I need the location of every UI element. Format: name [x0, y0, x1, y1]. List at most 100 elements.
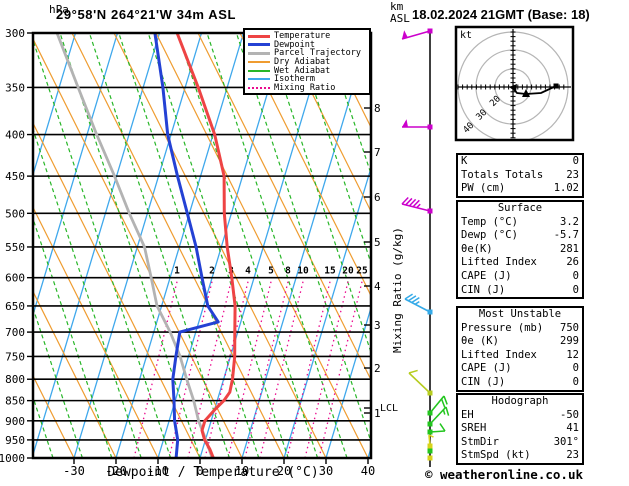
- stats-box: Surface Temp (°C) 3.2 Dewp (°C) -5.7 θe(K) 281…: [456, 200, 584, 300]
- pressure-tick-label: 850: [5, 395, 25, 408]
- stats-box-header: Most Unstable: [478, 308, 562, 320]
- copyright-label: © weatheronline.co.uk: [424, 467, 583, 482]
- hodograph-marker-square: [553, 83, 559, 89]
- pressure-tick-label: 900: [5, 415, 25, 428]
- km-tick-label: 2: [374, 362, 381, 375]
- stats-key: SREH: [461, 422, 487, 435]
- stats-key: CIN (J): [461, 375, 506, 388]
- wet-adiabat-line: [177, 33, 319, 458]
- stats-key: Pressure (mb): [461, 321, 544, 334]
- pressure-tick-label: 500: [5, 207, 25, 220]
- mixing-ratio-value: 8: [285, 266, 291, 277]
- datetime-label: 18.02.2024 21GMT (Base: 18): [412, 7, 590, 22]
- legend-swatch: [248, 86, 270, 89]
- pressure-tick-label: 400: [5, 129, 25, 142]
- pressure-tick-label: 350: [5, 81, 25, 94]
- mixing-ratio-value: 15: [324, 266, 336, 277]
- stats-value: 0: [572, 375, 579, 388]
- x-axis-title: Dewpoint / Temperature (°C): [107, 465, 319, 480]
- stats-row: θe(K) 281: [458, 243, 582, 257]
- km-tick-label: 6: [374, 191, 381, 204]
- mixing-ratio-value: 2: [209, 266, 215, 277]
- stats-key: Lifted Index: [461, 256, 537, 269]
- wet-adiabat-line: [118, 33, 260, 458]
- km-tick-label: 7: [374, 146, 381, 159]
- isotherm-line: [73, 33, 203, 458]
- stats-row: StmDir 301°: [458, 436, 582, 450]
- stats-value: 281: [560, 242, 579, 255]
- stats-key: CIN (J): [461, 283, 506, 296]
- isotherm-line: [199, 33, 329, 458]
- stats-value: 0: [572, 283, 579, 296]
- stats-key: Totals Totals: [461, 168, 544, 181]
- wind-barb-half: [414, 300, 420, 305]
- wind-barb-pennant: [402, 119, 408, 127]
- pressure-tick-label: 950: [5, 434, 25, 447]
- pressure-tick-label: 450: [5, 170, 25, 183]
- stats-key: PW (cm): [461, 182, 506, 195]
- stats-value: 0: [572, 155, 579, 167]
- stats-row: CAPE (J) 0: [458, 362, 582, 376]
- stats-key: CAPE (J): [461, 269, 512, 282]
- stats-value: 23: [566, 449, 579, 462]
- stats-value: 0: [572, 362, 579, 375]
- wind-barb-half: [416, 203, 421, 209]
- stats-row: Pressure (mb) 750: [458, 322, 582, 336]
- dry-adiabat-line: [71, 33, 285, 458]
- wet-adiabat-line: [294, 33, 371, 266]
- isotherm-line: [115, 33, 245, 458]
- wind-barb-dot: [427, 455, 433, 461]
- stats-value: 0: [572, 269, 579, 282]
- wind-barb: [402, 119, 433, 130]
- wind-barb: [427, 455, 433, 461]
- stats-key: θe (K): [461, 335, 499, 348]
- stats-row: Lifted Index 12: [458, 349, 582, 363]
- wind-barb-full: [443, 395, 448, 405]
- stats-row: Dewp (°C) -5.7: [458, 229, 582, 243]
- stats-row: θe (K) 299: [458, 335, 582, 349]
- wind-barb-stem: [408, 372, 431, 394]
- stats-row: Lifted Index 26: [458, 256, 582, 270]
- wind-barb: [408, 369, 433, 396]
- stats-key: K: [461, 155, 468, 167]
- asl-label: ASL: [390, 12, 410, 25]
- mixing-ratio-value: 5: [268, 266, 274, 277]
- pressure-tick-label: 550: [5, 241, 25, 254]
- hodograph-ring-label: 40: [462, 121, 477, 136]
- stats-key: CAPE (J): [461, 362, 512, 375]
- isotherm-line: [157, 33, 287, 458]
- stats-key: StmSpd (kt): [461, 449, 531, 462]
- skewt-app: 1 2 3 4 5 8 10 15 20 25 300 350 400 450 500 550 600 650 70…: [0, 0, 629, 486]
- stats-row: StmSpd (kt) 23: [458, 449, 582, 463]
- wind-barb: [427, 448, 433, 454]
- temperature-line: [175, 33, 237, 458]
- wind-barb-full: [440, 398, 446, 408]
- altitude-unit-label: km ASL: [390, 1, 410, 25]
- wet-adiabat-line: [88, 33, 230, 458]
- wind-barb-full: [439, 423, 446, 432]
- stats-row: CIN (J) 0: [458, 284, 582, 298]
- wind-barb-half: [442, 409, 446, 415]
- km-tick-label: 5: [374, 236, 381, 249]
- stats-key: Temp (°C): [461, 215, 518, 228]
- pressure-tick-label: 800: [5, 373, 25, 386]
- stats-row: K0: [458, 155, 582, 169]
- wind-barb-stem: [429, 430, 446, 433]
- station-title: 29°58'N 264°21'W 34m ASL: [56, 7, 237, 22]
- pressure-tick-label: 650: [5, 300, 25, 313]
- dry-adiabat-line: [33, 121, 201, 458]
- legend-swatch: [248, 78, 270, 81]
- legend-label: Mixing Ratio: [274, 82, 336, 93]
- legend-swatch: [248, 43, 270, 47]
- wind-barb: [401, 28, 433, 40]
- stats-row: PW (cm) 1.02: [458, 182, 582, 196]
- legend-item: Mixing Ratio: [248, 82, 368, 93]
- stats-key: EH: [461, 408, 474, 421]
- km-tick-label: 4: [374, 280, 381, 293]
- mixing-ratio-value: 4: [245, 266, 251, 277]
- legend: Temperature Dewpoint Parcel Trajectory Dry …: [243, 28, 371, 96]
- legend-swatch: [248, 51, 270, 55]
- stats-value: 299: [560, 335, 579, 348]
- stats-value: 26: [566, 256, 579, 269]
- stats-value: 750: [560, 321, 579, 334]
